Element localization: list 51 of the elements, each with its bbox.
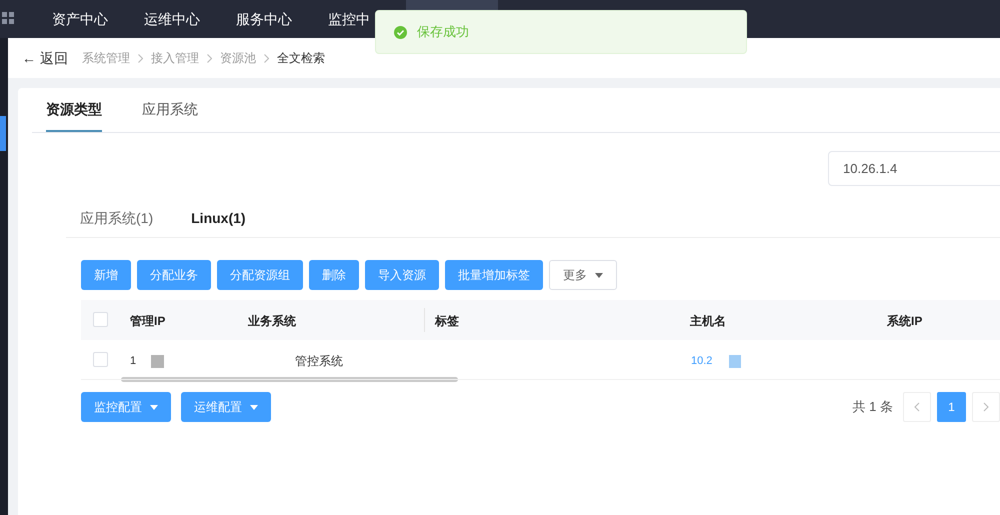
redaction-mark bbox=[151, 355, 164, 368]
toolbar-button[interactable]: 导入资源 bbox=[365, 260, 439, 290]
tab[interactable]: 资源类型 bbox=[46, 88, 102, 132]
total-count: 共 1 条 bbox=[852, 398, 893, 416]
caret-icon bbox=[595, 272, 603, 278]
table-cell-text: 管控系统 bbox=[295, 353, 343, 370]
caret-icon bbox=[150, 404, 158, 410]
prev-page-button[interactable] bbox=[903, 392, 931, 422]
search-field[interactable]: 10.26.1.4 bbox=[828, 151, 1000, 186]
nav-tab[interactable]: 运维中心 bbox=[130, 0, 222, 38]
redaction-mark bbox=[729, 355, 741, 368]
nav-tab[interactable]: 资产中心 bbox=[38, 0, 130, 38]
chevron-left-icon bbox=[914, 402, 920, 412]
next-page-button[interactable] bbox=[972, 392, 1000, 422]
column-header: 业务系统 bbox=[248, 313, 296, 330]
tab[interactable]: 应用系统 bbox=[142, 88, 198, 132]
back-link[interactable]: ← 返回 bbox=[22, 48, 68, 68]
breadcrumb-item: 全文检索 bbox=[276, 50, 325, 67]
toolbar-button[interactable]: 新增 bbox=[81, 260, 131, 290]
column-header: 系统IP bbox=[887, 313, 922, 330]
chevron-right-icon bbox=[206, 54, 212, 62]
chevron-right-icon bbox=[138, 54, 143, 62]
chevron-right-icon bbox=[983, 402, 989, 412]
nav-tab[interactable]: 服务中心 bbox=[222, 0, 314, 38]
toolbar-button[interactable]: 批量增加标签 bbox=[445, 260, 543, 290]
dropdown-button[interactable]: 运维配置 bbox=[181, 392, 271, 422]
column-header: 管理IP bbox=[130, 313, 166, 330]
apps-grid-icon[interactable] bbox=[2, 12, 14, 24]
caret-icon bbox=[250, 404, 258, 410]
chevron-right-icon bbox=[264, 54, 269, 62]
sidebar-indicator bbox=[0, 116, 6, 151]
checkbox[interactable] bbox=[93, 312, 108, 327]
checkbox[interactable] bbox=[93, 352, 108, 367]
page-button[interactable]: 1 bbox=[937, 392, 966, 422]
toolbar-button[interactable]: 删除 bbox=[309, 260, 359, 290]
breadcrumb-item[interactable]: 系统管理 bbox=[82, 49, 130, 67]
more-dropdown-button[interactable]: 更多 bbox=[549, 260, 617, 290]
table-cell-text: 1 bbox=[130, 354, 136, 369]
toolbar-button[interactable]: 分配业务 bbox=[137, 260, 211, 290]
hostname-link[interactable]: 10.2 bbox=[691, 353, 712, 370]
breadcrumb-item[interactable]: 接入管理 bbox=[150, 49, 199, 67]
column-header: 标签 bbox=[435, 313, 459, 330]
toolbar-button[interactable]: 分配资源组 bbox=[217, 260, 303, 290]
tab[interactable]: 应用系统(1) bbox=[80, 200, 154, 237]
breadcrumb-item[interactable]: 资源池 bbox=[220, 49, 256, 67]
tab[interactable]: Linux(1) bbox=[191, 200, 246, 237]
dropdown-button[interactable]: 监控配置 bbox=[81, 392, 171, 422]
scrollbar[interactable] bbox=[121, 377, 458, 382]
toast-text: 保存成功 bbox=[417, 23, 469, 42]
column-header: 主机名 bbox=[690, 313, 726, 330]
check-circle-icon bbox=[394, 26, 407, 38]
